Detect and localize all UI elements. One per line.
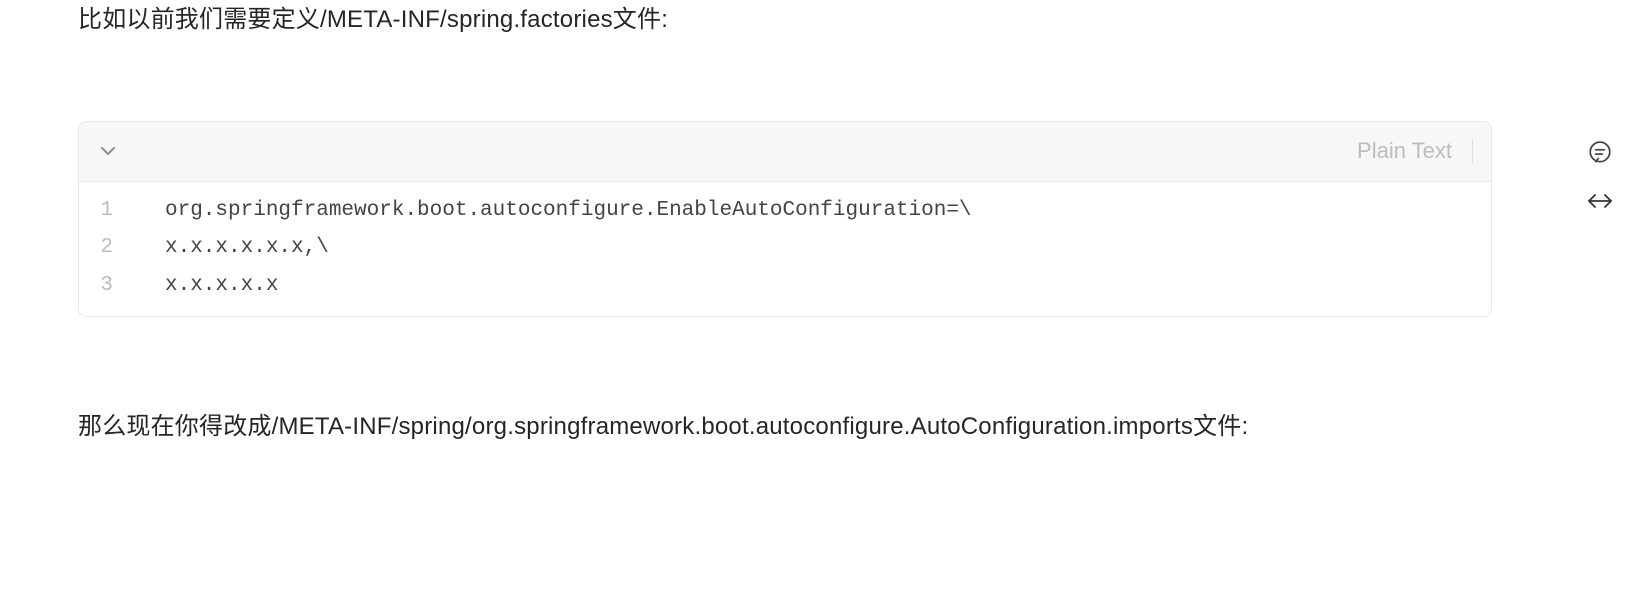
code-line: 2 x.x.x.x.x.x,\ xyxy=(79,229,1491,266)
article-body: 比如以前我们需要定义/META-INF/spring.factories文件: … xyxy=(0,0,1500,448)
header-divider xyxy=(1472,139,1473,163)
line-content: org.springframework.boot.autoconfigure.E… xyxy=(135,192,972,229)
paragraph-intro: 比如以前我们需要定义/META-INF/spring.factories文件: xyxy=(78,0,1500,41)
floating-toolbar xyxy=(1582,140,1618,210)
code-block-body[interactable]: 1 org.springframework.boot.autoconfigure… xyxy=(79,182,1491,316)
code-line: 3 x.x.x.x.x xyxy=(79,267,1491,304)
line-number: 3 xyxy=(79,267,135,304)
comment-icon[interactable] xyxy=(1587,140,1613,166)
line-content: x.x.x.x.x.x,\ xyxy=(135,229,329,266)
line-content: x.x.x.x.x xyxy=(135,267,278,304)
code-language-label[interactable]: Plain Text xyxy=(1357,138,1458,164)
code-block: Plain Text 1 org.springframework.boot.au… xyxy=(78,121,1492,317)
code-line: 1 org.springframework.boot.autoconfigure… xyxy=(79,192,1491,229)
expand-icon[interactable] xyxy=(1586,192,1614,210)
line-number: 2 xyxy=(79,229,135,266)
code-block-header: Plain Text xyxy=(79,122,1491,182)
paragraph-followup: 那么现在你得改成/META-INF/spring/org.springframe… xyxy=(78,407,1488,448)
line-number: 1 xyxy=(79,192,135,229)
collapse-caret-icon[interactable] xyxy=(101,146,115,156)
